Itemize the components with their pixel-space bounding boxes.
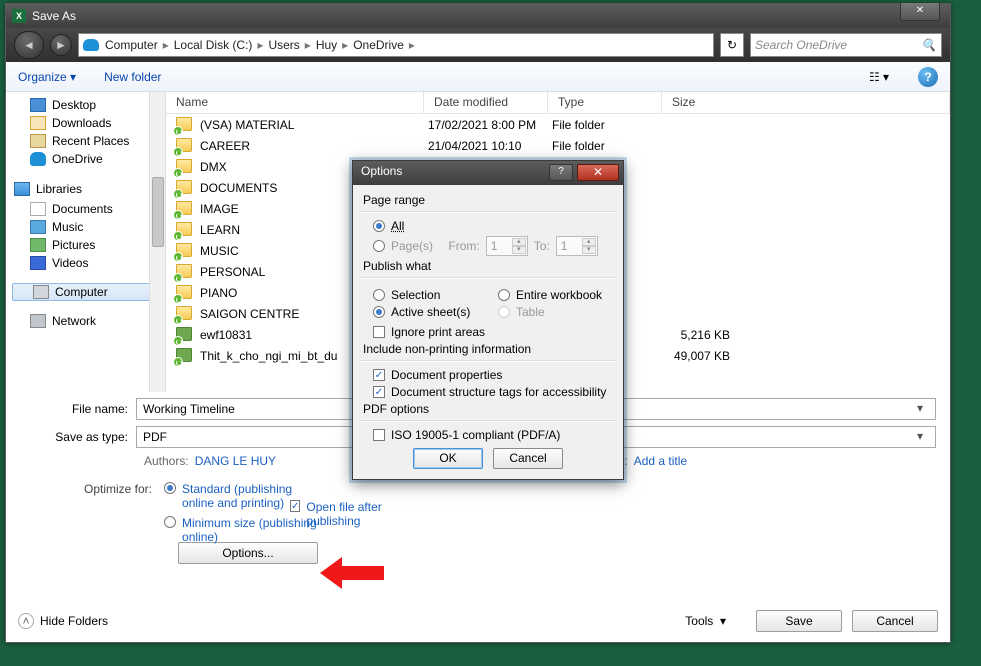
help-button[interactable]: ? xyxy=(918,67,938,87)
to-spinner[interactable]: 1▴▾ xyxy=(556,236,598,256)
crumb[interactable]: Huy xyxy=(316,38,337,52)
cancel-button[interactable]: Cancel xyxy=(852,610,938,632)
doc-properties-checkbox[interactable]: ✓Document properties xyxy=(373,368,613,382)
optimize-label: Optimize for: xyxy=(84,482,152,496)
forward-button[interactable]: ► xyxy=(50,34,72,56)
onedrive-icon xyxy=(83,39,99,51)
modal-titlebar[interactable]: Options ? ✕ xyxy=(353,161,623,185)
publish-table-radio: Table xyxy=(498,305,613,319)
col-date[interactable]: Date modified xyxy=(424,92,548,113)
nav-tree[interactable]: DesktopDownloadsRecent PlacesOneDrive Li… xyxy=(6,92,166,392)
callout-arrow xyxy=(320,557,384,587)
group-nonprinting: Include non-printing information xyxy=(363,342,613,356)
modal-close-button[interactable]: ✕ xyxy=(577,164,619,181)
savetype-label: Save as type: xyxy=(20,430,136,444)
doc-tags-checkbox[interactable]: ✓Document structure tags for accessibili… xyxy=(373,385,613,399)
open-after-checkbox[interactable]: ✓Open file after publishing xyxy=(290,500,410,528)
search-input[interactable]: Search OneDrive 🔍 xyxy=(750,33,942,57)
publish-workbook-radio[interactable]: Entire workbook xyxy=(498,288,613,302)
search-placeholder: Search OneDrive xyxy=(755,38,847,52)
tree-item[interactable]: Pictures xyxy=(8,236,163,254)
col-type[interactable]: Type xyxy=(548,92,662,113)
modal-help-button[interactable]: ? xyxy=(549,164,573,181)
search-icon: 🔍 xyxy=(921,38,936,52)
group-publish-what: Publish what xyxy=(363,259,613,273)
publish-active-radio[interactable]: Active sheet(s) xyxy=(373,305,488,319)
filename-label: File name: xyxy=(20,402,136,416)
tree-item[interactable]: Videos xyxy=(8,254,163,272)
crumb[interactable]: Users xyxy=(268,38,299,52)
group-pdf-options: PDF options xyxy=(363,402,613,416)
breadcrumb[interactable]: Computer▸ Local Disk (C:)▸ Users▸ Huy▸ O… xyxy=(78,33,714,57)
range-all-radio[interactable]: All xyxy=(373,219,613,233)
tree-item[interactable]: Recent Places xyxy=(8,132,163,150)
tree-item[interactable]: Documents xyxy=(8,200,163,218)
hide-folders-button[interactable]: ˄Hide Folders xyxy=(18,613,108,629)
libraries-header[interactable]: Libraries xyxy=(8,178,163,200)
from-spinner[interactable]: 1▴▾ xyxy=(486,236,528,256)
organize-menu[interactable]: Organize ▾ xyxy=(18,70,76,84)
window-title: Save As xyxy=(32,9,944,23)
col-size[interactable]: Size xyxy=(662,92,950,113)
nav-bar: ◄ ► Computer▸ Local Disk (C:)▸ Users▸ Hu… xyxy=(6,28,950,62)
tree-item-computer[interactable]: Computer xyxy=(12,283,159,301)
back-button[interactable]: ◄ xyxy=(14,31,44,59)
tree-item[interactable]: Desktop xyxy=(8,96,163,114)
modal-ok-button[interactable]: OK xyxy=(413,448,483,469)
tree-item-network[interactable]: Network xyxy=(8,312,163,330)
tree-scrollbar[interactable] xyxy=(149,92,165,392)
new-folder-button[interactable]: New folder xyxy=(104,70,161,84)
tree-item[interactable]: Downloads xyxy=(8,114,163,132)
crumb[interactable]: OneDrive xyxy=(353,38,404,52)
range-pages-radio[interactable]: Page(s) From: 1▴▾ To: 1▴▾ xyxy=(373,236,613,256)
close-button[interactable]: ✕ xyxy=(900,3,940,21)
authors-label: Authors: xyxy=(144,454,189,468)
footer: ˄Hide Folders Tools ▾ Save Cancel xyxy=(18,610,938,632)
title-input[interactable]: Add a title xyxy=(634,454,687,468)
options-button[interactable]: Options... xyxy=(178,542,318,564)
col-name[interactable]: Name xyxy=(166,92,424,113)
ignore-print-areas-checkbox[interactable]: Ignore print areas xyxy=(373,325,613,339)
list-item[interactable]: CAREER21/04/2021 10:10File folder xyxy=(166,135,950,156)
group-page-range: Page range xyxy=(363,193,613,207)
crumb[interactable]: Local Disk (C:) xyxy=(174,38,253,52)
modal-cancel-button[interactable]: Cancel xyxy=(493,448,563,469)
toolbar: Organize ▾ New folder ☷ ▾ ? xyxy=(6,62,950,92)
titlebar[interactable]: X Save As ✕ xyxy=(6,4,950,28)
optimize-minimum-radio[interactable]: Minimum size (publishing online) xyxy=(164,516,322,544)
view-button[interactable]: ☷ ▾ xyxy=(868,66,890,88)
crumb[interactable]: Computer xyxy=(105,38,158,52)
tree-item[interactable]: Music xyxy=(8,218,163,236)
publish-selection-radio[interactable]: Selection xyxy=(373,288,488,302)
options-dialog: Options ? ✕ Page range All Page(s) From:… xyxy=(352,160,624,480)
tools-menu[interactable]: Tools ▾ xyxy=(685,614,726,628)
tree-item[interactable]: OneDrive xyxy=(8,150,163,168)
save-button[interactable]: Save xyxy=(756,610,842,632)
refresh-button[interactable]: ↻ xyxy=(720,33,744,57)
authors-value[interactable]: DANG LE HUY xyxy=(195,454,276,468)
modal-title: Options xyxy=(361,164,402,178)
list-item[interactable]: (VSA) MATERIAL17/02/2021 8:00 PMFile fol… xyxy=(166,114,950,135)
column-headers[interactable]: Name Date modified Type Size xyxy=(166,92,950,114)
excel-icon: X xyxy=(12,9,26,23)
iso-checkbox[interactable]: ISO 19005-1 compliant (PDF/A) xyxy=(373,428,613,442)
